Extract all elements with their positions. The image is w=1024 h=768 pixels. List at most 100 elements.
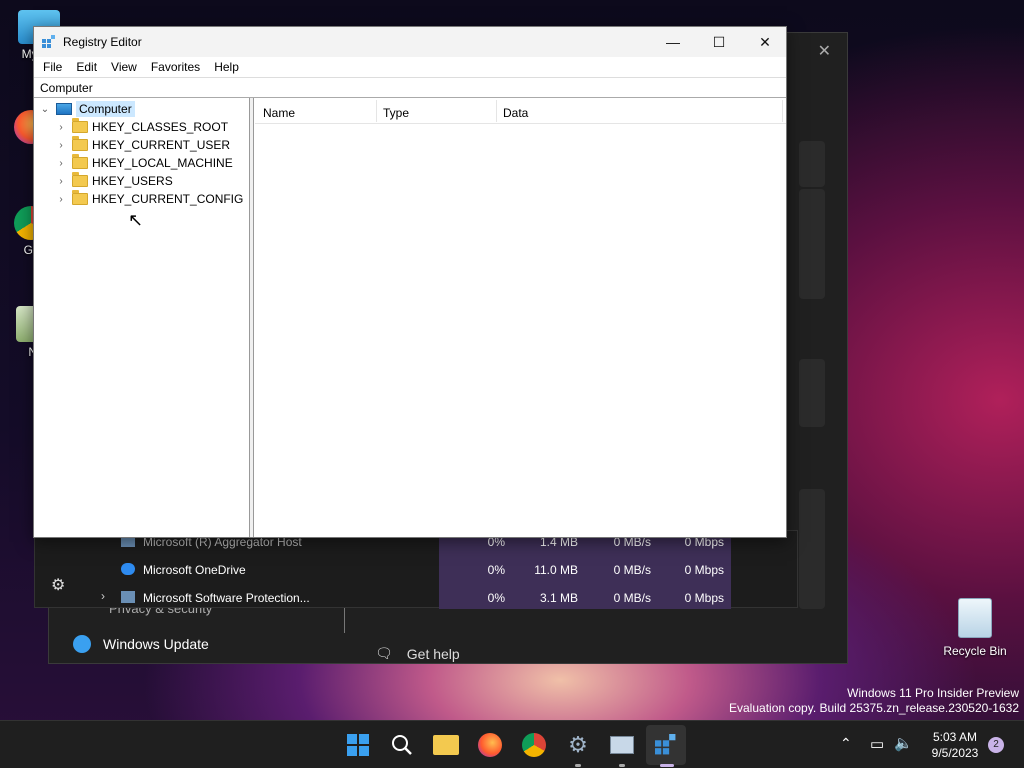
process-cpu: 0%	[487, 591, 505, 605]
close-button[interactable]: ✕	[742, 27, 788, 57]
active-indicator	[660, 764, 674, 767]
notification-badge[interactable]: 2	[988, 737, 1004, 753]
desktop-icon-label: Recycle Bin	[943, 644, 1007, 658]
tree-item-label: HKEY_CURRENT_USER	[92, 138, 231, 152]
search-button[interactable]	[388, 731, 416, 759]
chevron-down-icon[interactable]: ⌄	[38, 104, 52, 115]
tree-item-label: HKEY_LOCAL_MACHINE	[92, 156, 233, 170]
tree-item-label: Computer	[76, 101, 135, 117]
chrome-button[interactable]	[520, 731, 548, 759]
chevron-right-icon[interactable]: ›	[54, 122, 68, 133]
column-header-data[interactable]: Data	[503, 106, 528, 120]
chevron-up-icon[interactable]: ⌃	[840, 735, 852, 752]
settings-nav-label: Windows Update	[103, 636, 209, 652]
folder-icon	[72, 190, 88, 205]
menu-favorites[interactable]: Favorites	[144, 57, 207, 77]
watermark-line: Evaluation copy. Build 25375.zn_release.…	[729, 701, 1019, 715]
menu-view[interactable]: View	[104, 57, 144, 77]
registry-editor-icon	[42, 35, 56, 49]
pane-splitter[interactable]	[250, 98, 254, 537]
volume-icon[interactable]: 🔈	[894, 734, 913, 752]
process-network: 0 Mbps	[684, 591, 724, 605]
settings-nav-windows-update[interactable]: Windows Update	[73, 635, 209, 653]
help-icon: 🗨	[375, 645, 393, 661]
address-bar[interactable]: Computer	[34, 77, 786, 98]
tree-item-hkcu[interactable]: › HKEY_CURRENT_USER	[54, 136, 230, 154]
chevron-right-icon[interactable]: ›	[54, 158, 68, 169]
firefox-icon	[478, 733, 502, 757]
windows-update-icon	[73, 635, 91, 653]
process-disk: 0 MB/s	[613, 563, 651, 577]
windows-logo-icon	[347, 734, 369, 756]
process-cpu: 0%	[487, 563, 505, 577]
desktop-icon-recycle-bin[interactable]: Recycle Bin	[940, 598, 1010, 658]
window-title: Registry Editor	[63, 35, 142, 49]
column-header-type[interactable]: Type	[383, 106, 409, 120]
start-button[interactable]	[344, 731, 372, 759]
computer-icon	[56, 103, 72, 115]
evaluation-watermark: Windows 11 Pro Insider Preview Evaluatio…	[729, 686, 1019, 716]
tree-item-hklm[interactable]: › HKEY_LOCAL_MACHINE	[54, 154, 233, 172]
tree-item-hkcc[interactable]: › HKEY_CURRENT_CONFIG	[54, 190, 243, 208]
running-indicator	[619, 764, 625, 767]
chevron-right-icon[interactable]: ›	[54, 140, 68, 151]
folder-icon	[72, 118, 88, 133]
clock-time: 5:03 AM	[932, 730, 978, 744]
tree-item-computer[interactable]: ⌄ Computer	[38, 100, 135, 118]
registry-editor-window: Registry Editor — ☐ ✕ File Edit View Fav…	[33, 26, 787, 538]
registry-editor-icon	[655, 734, 676, 755]
get-help-label: Get help	[406, 645, 460, 662]
chevron-right-icon[interactable]: ›	[101, 589, 105, 603]
network-icon[interactable]: ▭	[870, 735, 884, 753]
tree-item-hkcr[interactable]: › HKEY_CLASSES_ROOT	[54, 118, 228, 136]
mouse-cursor-icon: ↖	[128, 210, 144, 230]
process-memory: 3.1 MB	[539, 591, 578, 605]
values-list[interactable]: Name Type Data	[255, 98, 786, 537]
task-manager-button[interactable]	[608, 731, 636, 759]
firefox-button[interactable]	[476, 731, 504, 759]
system-clock[interactable]: 5:03 AM 9/5/2023	[920, 729, 990, 761]
task-manager-window: ⚙ Microsoft (R) Aggregator Host 0% 1.4 M…	[34, 530, 799, 609]
menu-file[interactable]: File	[36, 57, 69, 77]
settings-close-icon[interactable]: ✕	[818, 41, 831, 61]
process-name: Microsoft Software Protection...	[143, 591, 310, 605]
maximize-button[interactable]: ☐	[696, 27, 742, 57]
app-icon	[121, 591, 135, 603]
chevron-right-icon[interactable]: ›	[54, 176, 68, 187]
list-header: Name Type Data	[255, 98, 786, 124]
running-indicator	[575, 764, 581, 767]
get-help-link[interactable]: 🗨 Get help	[375, 645, 460, 662]
settings-card	[799, 359, 825, 427]
watermark-line: Windows 11 Pro Insider Preview	[847, 686, 1019, 700]
registry-editor-button[interactable]	[652, 731, 680, 759]
settings-card	[799, 489, 825, 609]
process-row[interactable]: Microsoft OneDrive 0% 11.0 MB 0 MB/s 0 M…	[35, 556, 799, 584]
file-explorer-button[interactable]	[432, 731, 460, 759]
minimize-button[interactable]: —	[650, 27, 696, 57]
menu-edit[interactable]: Edit	[69, 57, 104, 77]
settings-button[interactable]: ⚙	[564, 731, 592, 759]
chrome-icon	[522, 733, 546, 757]
process-memory: 11.0 MB	[534, 563, 578, 577]
folder-icon	[72, 172, 88, 187]
process-disk: 0 MB/s	[613, 591, 651, 605]
folder-icon	[72, 136, 88, 151]
process-name: Microsoft OneDrive	[143, 563, 246, 577]
chevron-right-icon[interactable]: ›	[54, 194, 68, 205]
tree-item-hku[interactable]: › HKEY_USERS	[54, 172, 173, 190]
column-divider[interactable]	[376, 100, 377, 122]
column-divider[interactable]	[496, 100, 497, 122]
tree-item-label: HKEY_CLASSES_ROOT	[92, 120, 229, 134]
title-bar[interactable]: Registry Editor — ☐ ✕	[34, 27, 786, 57]
clock-date: 9/5/2023	[931, 746, 979, 760]
settings-card	[799, 141, 825, 187]
tree-item-label: HKEY_CURRENT_CONFIG	[92, 192, 244, 206]
column-divider[interactable]	[782, 100, 783, 122]
search-icon	[392, 735, 412, 755]
column-header-name[interactable]: Name	[263, 106, 295, 120]
menu-help[interactable]: Help	[207, 57, 246, 77]
gear-icon: ⚙	[568, 732, 588, 757]
folder-icon	[433, 735, 459, 755]
process-row[interactable]: › Microsoft Software Protection... 0% 3.…	[35, 584, 799, 612]
process-network: 0 Mbps	[684, 563, 724, 577]
